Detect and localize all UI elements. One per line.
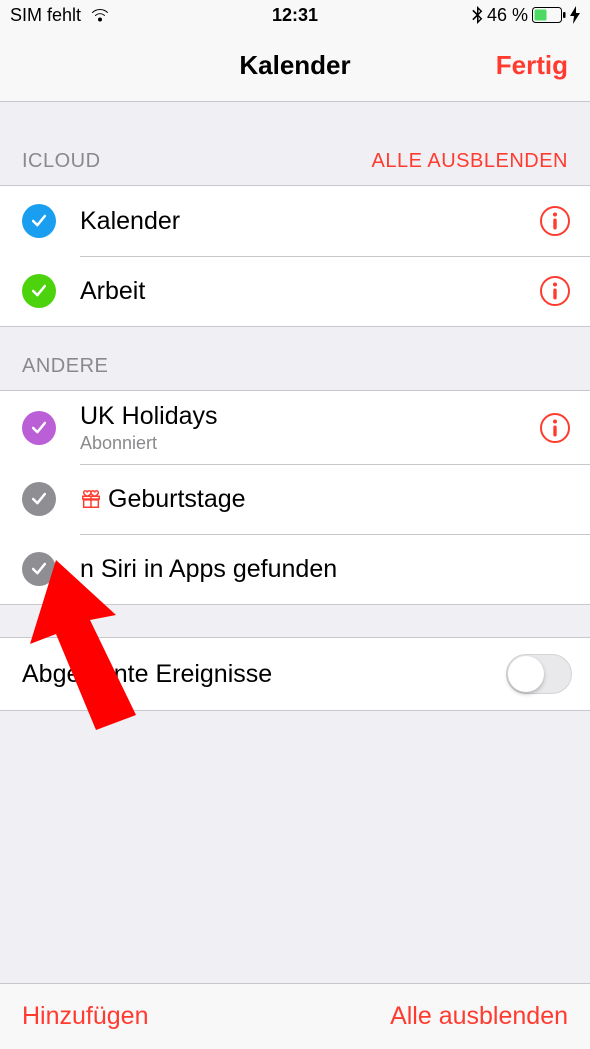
battery-icon xyxy=(532,7,566,23)
nav-bar: Kalender Fertig xyxy=(0,30,590,102)
status-bar: SIM fehlt 12:31 46 % xyxy=(0,0,590,30)
battery-percent: 46 % xyxy=(487,5,528,26)
checkmark-icon[interactable] xyxy=(22,411,56,445)
calendar-sub: Abonniert xyxy=(80,433,538,454)
bluetooth-icon xyxy=(472,6,483,24)
section-label: ICLOUD xyxy=(22,150,101,173)
declined-events-row: Abgelehnte Ereignisse xyxy=(0,637,590,711)
add-calendar-button[interactable]: Hinzufügen xyxy=(22,1002,148,1031)
section-header-other: ANDERE xyxy=(0,327,590,390)
checkmark-icon[interactable] xyxy=(22,274,56,308)
section-label: ANDERE xyxy=(22,355,108,378)
info-button[interactable] xyxy=(538,204,572,238)
info-button[interactable] xyxy=(538,274,572,308)
declined-events-toggle[interactable] xyxy=(506,654,572,694)
status-time: 12:31 xyxy=(272,5,318,26)
checkmark-icon[interactable] xyxy=(22,204,56,238)
calendar-name: n Siri in Apps gefunden xyxy=(80,554,572,584)
icloud-calendar-list: Kalender Arbeit xyxy=(0,185,590,327)
other-calendar-list: UK Holidays Abonniert Geburtstage n Siri… xyxy=(0,390,590,605)
calendar-name: Arbeit xyxy=(80,276,538,306)
calendar-row-arbeit[interactable]: Arbeit xyxy=(0,256,590,326)
calendar-name: Kalender xyxy=(80,206,538,236)
hide-all-button[interactable]: Alle ausblenden xyxy=(390,1002,568,1031)
status-right: 46 % xyxy=(472,5,580,26)
done-button[interactable]: Fertig xyxy=(496,50,568,81)
charging-icon xyxy=(570,6,580,24)
checkmark-icon[interactable] xyxy=(22,482,56,516)
calendar-row-siri[interactable]: n Siri in Apps gefunden xyxy=(0,534,590,604)
page-title: Kalender xyxy=(239,50,350,81)
calendar-row-kalender[interactable]: Kalender xyxy=(0,186,590,256)
gift-icon xyxy=(80,488,102,510)
calendar-name: UK Holidays xyxy=(80,401,538,431)
section-header-icloud: ICLOUD ALLE AUSBLENDEN xyxy=(0,102,590,185)
calendar-name: Geburtstage xyxy=(108,484,246,514)
hide-all-icloud-button[interactable]: ALLE AUSBLENDEN xyxy=(372,150,568,173)
status-left: SIM fehlt xyxy=(10,5,111,26)
wifi-icon xyxy=(89,7,111,23)
declined-events-label: Abgelehnte Ereignisse xyxy=(22,660,272,689)
bottom-toolbar: Hinzufügen Alle ausblenden xyxy=(0,983,590,1049)
calendar-row-ukholidays[interactable]: UK Holidays Abonniert xyxy=(0,391,590,464)
checkmark-icon[interactable] xyxy=(22,552,56,586)
carrier-text: SIM fehlt xyxy=(10,5,81,26)
calendar-row-geburtstage[interactable]: Geburtstage xyxy=(0,464,590,534)
info-button[interactable] xyxy=(538,411,572,445)
